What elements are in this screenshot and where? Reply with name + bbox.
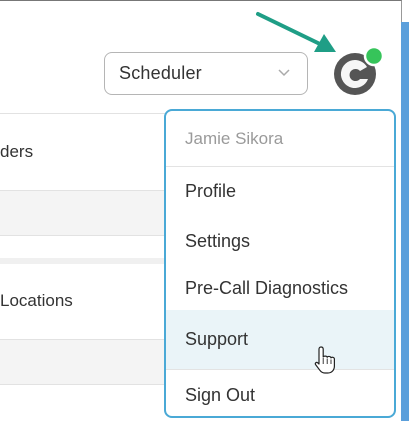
menu-divider	[166, 369, 394, 370]
menu-item-pre-call-diagnostics[interactable]: Pre-Call Diagnostics	[166, 278, 394, 299]
hand-pointer-cursor	[314, 346, 335, 374]
user-avatar-button[interactable]	[331, 45, 385, 98]
menu-item-profile[interactable]: Profile	[166, 181, 394, 202]
chevron-down-icon	[278, 69, 290, 77]
divider	[0, 258, 165, 264]
role-select[interactable]: Scheduler	[104, 52, 308, 95]
user-menu-dropdown: Jamie Sikora Profile Settings Pre-Call D…	[164, 109, 396, 418]
section-label-providers: ders	[0, 142, 34, 161]
menu-item-settings[interactable]: Settings	[166, 231, 394, 252]
online-status-dot	[363, 45, 385, 67]
user-avatar-logo	[334, 45, 385, 95]
right-edge-strip	[401, 22, 409, 421]
menu-item-support[interactable]: Support	[166, 310, 394, 369]
section-label-locations: Locations	[0, 291, 73, 310]
role-select-value: Scheduler	[119, 63, 202, 83]
table-row	[0, 339, 165, 385]
divider	[0, 113, 165, 114]
teal-arrow-annotation	[256, 12, 336, 52]
user-name-label: Jamie Sikora	[166, 111, 394, 167]
table-row	[0, 190, 165, 236]
menu-item-sign-out[interactable]: Sign Out	[166, 385, 394, 406]
